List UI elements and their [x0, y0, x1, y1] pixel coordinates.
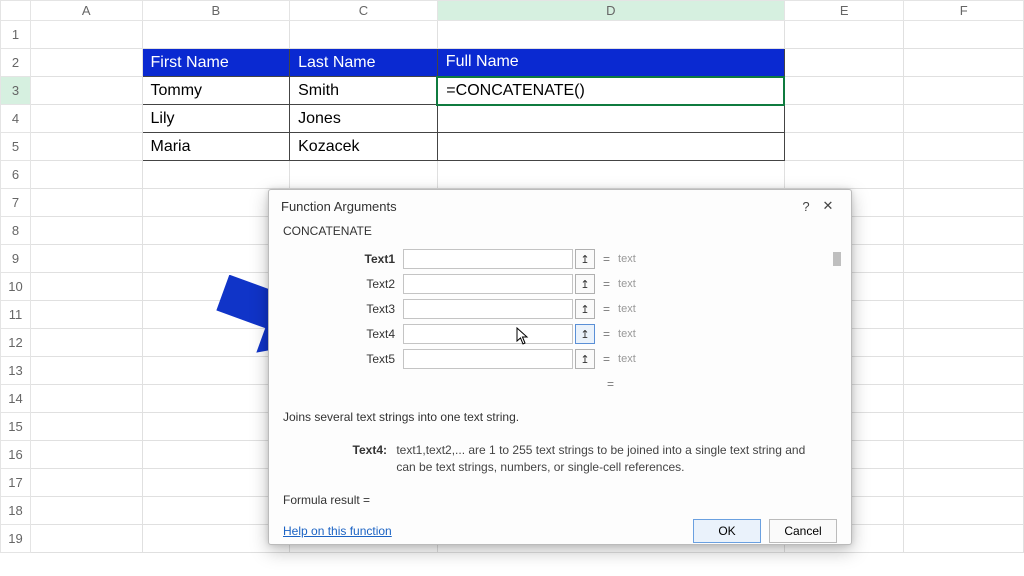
ref-select-icon[interactable]: ↥: [575, 249, 595, 269]
col-header-C[interactable]: C: [290, 1, 438, 21]
row-header-2[interactable]: 2: [1, 49, 31, 77]
arg-hint-text5: text: [618, 353, 636, 365]
cell-B4[interactable]: Lily: [142, 105, 290, 133]
cancel-button[interactable]: Cancel: [769, 519, 837, 543]
ref-select-icon[interactable]: ↥: [575, 349, 595, 369]
arg-desc-body: text1,text2,... are 1 to 255 text string…: [396, 442, 816, 476]
cell-B3[interactable]: Tommy: [142, 77, 290, 105]
ref-select-icon[interactable]: ↥: [575, 324, 595, 344]
cell-C5[interactable]: Kozacek: [290, 133, 438, 161]
col-header-E[interactable]: E: [784, 1, 904, 21]
dialog-title: Function Arguments: [281, 199, 397, 214]
arg-hint-text3: text: [618, 303, 636, 315]
arg-label-text4: Text4: [285, 327, 403, 341]
row-header-4[interactable]: 4: [1, 105, 31, 133]
arg-hint-text2: text: [618, 278, 636, 290]
ok-button[interactable]: OK: [693, 519, 761, 543]
args-scrollbar[interactable]: [833, 252, 841, 266]
arg-desc-label: Text4:: [283, 442, 393, 459]
row-header-5[interactable]: 5: [1, 133, 31, 161]
row-header-3[interactable]: 3: [1, 77, 31, 105]
close-icon[interactable]: ✕: [817, 198, 839, 214]
cell-B5[interactable]: Maria: [142, 133, 290, 161]
col-header-B[interactable]: B: [142, 1, 290, 21]
cell-D5[interactable]: [437, 133, 784, 161]
dialog-function-name: CONCATENATE: [269, 220, 851, 244]
arg-input-text5[interactable]: [403, 349, 573, 369]
cell-D3-formula[interactable]: =CONCATENATE(): [437, 77, 784, 105]
ref-select-icon[interactable]: ↥: [575, 274, 595, 294]
cell-D4[interactable]: [437, 105, 784, 133]
ref-select-icon[interactable]: ↥: [575, 299, 595, 319]
row-header-1[interactable]: 1: [1, 21, 31, 49]
header-full-name[interactable]: Full Name: [437, 49, 784, 77]
arguments-area: Text1 ↥ = text Text2 ↥ = text Text3 ↥ = …: [269, 244, 851, 401]
header-first-name[interactable]: First Name: [142, 49, 290, 77]
col-header-F[interactable]: F: [904, 1, 1024, 21]
function-arguments-dialog: Function Arguments ? ✕ CONCATENATE Text1…: [268, 189, 852, 545]
cell-C4[interactable]: Jones: [290, 105, 438, 133]
arg-label-text2: Text2: [285, 277, 403, 291]
arg-input-text3[interactable]: [403, 299, 573, 319]
arg-label-text1: Text1: [285, 252, 403, 266]
help-link[interactable]: Help on this function: [283, 524, 392, 538]
arg-input-text1[interactable]: [403, 249, 573, 269]
arg-label-text5: Text5: [285, 352, 403, 366]
function-short-desc: Joins several text strings into one text…: [283, 409, 837, 426]
cell-C3[interactable]: Smith: [290, 77, 438, 105]
arg-hint-text1: text: [618, 253, 636, 265]
arg-hint-text4: text: [618, 328, 636, 340]
col-header-A[interactable]: A: [30, 1, 142, 21]
help-icon[interactable]: ?: [795, 199, 817, 214]
arg-input-text4[interactable]: [403, 324, 573, 344]
header-last-name[interactable]: Last Name: [290, 49, 438, 77]
arg-input-text2[interactable]: [403, 274, 573, 294]
arg-label-text3: Text3: [285, 302, 403, 316]
col-header-D[interactable]: D: [437, 1, 784, 21]
formula-result: Formula result =: [269, 479, 851, 515]
